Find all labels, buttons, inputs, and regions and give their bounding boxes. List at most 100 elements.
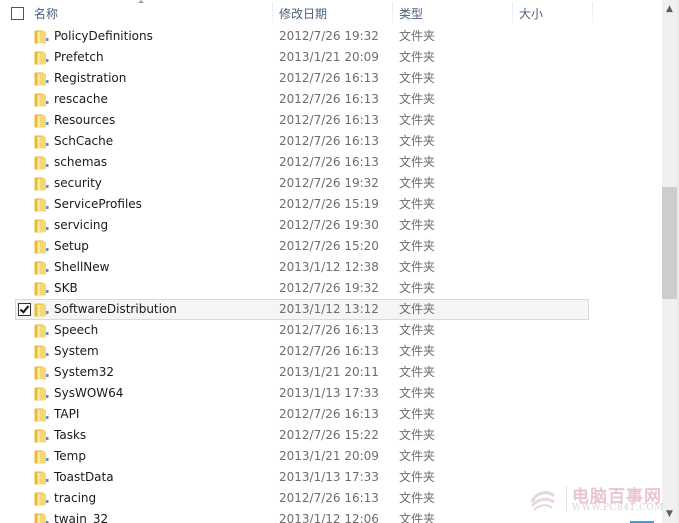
column-resize-handle[interactable] — [392, 2, 393, 24]
file-name: security — [54, 176, 102, 190]
folder-icon — [34, 135, 49, 149]
scroll-down-button[interactable]: ▼ — [662, 506, 677, 523]
file-type: 文件夹 — [399, 323, 436, 337]
modified-date: 2013/1/12 12:38 — [279, 260, 379, 274]
column-header-size-label: 大小 — [519, 7, 544, 21]
column-header-name[interactable]: 名称 — [34, 0, 272, 26]
column-header-date-label: 修改日期 — [279, 7, 328, 21]
folder-icon — [34, 492, 49, 506]
modified-date: 2013/1/21 20:11 — [279, 365, 379, 379]
file-row[interactable]: security 2012/7/26 19:32 文件夹 — [0, 173, 662, 194]
folder-icon — [34, 345, 49, 359]
file-row[interactable]: Registration 2012/7/26 16:13 文件夹 — [0, 68, 662, 89]
folder-icon — [34, 366, 49, 380]
modified-date: 2012/7/26 16:13 — [279, 491, 379, 505]
file-name: TAPI — [54, 407, 80, 421]
scroll-up-button[interactable]: ▲ — [662, 1, 677, 18]
folder-icon — [34, 177, 49, 191]
file-name: SchCache — [54, 134, 114, 148]
file-row[interactable]: tracing 2012/7/26 16:13 文件夹 — [0, 488, 662, 509]
file-type: 文件夹 — [399, 491, 436, 505]
file-name: servicing — [54, 218, 109, 232]
file-type: 文件夹 — [399, 386, 436, 400]
column-resize-handle[interactable] — [592, 2, 593, 24]
file-row[interactable]: System32 2013/1/21 20:11 文件夹 — [0, 362, 662, 383]
modified-date: 2012/7/26 19:30 — [279, 218, 379, 232]
file-name: System — [54, 344, 99, 358]
folder-icon — [34, 72, 49, 86]
file-type: 文件夹 — [399, 29, 436, 43]
file-row[interactable]: System 2012/7/26 16:13 文件夹 — [0, 341, 662, 362]
modified-date: 2012/7/26 16:13 — [279, 155, 379, 169]
file-name: PolicyDefinitions — [54, 29, 153, 43]
folder-icon — [34, 324, 49, 338]
file-list: PolicyDefinitions 2012/7/26 19:32 文件夹 Pr… — [0, 26, 662, 523]
file-name: ShellNew — [54, 260, 110, 274]
folder-icon — [34, 387, 49, 401]
file-row[interactable]: SoftwareDistribution 2013/1/12 13:12 文件夹 — [0, 299, 662, 320]
file-row[interactable]: schemas 2012/7/26 16:13 文件夹 — [0, 152, 662, 173]
file-row[interactable]: SysWOW64 2013/1/13 17:33 文件夹 — [0, 383, 662, 404]
vertical-scrollbar[interactable]: ▲ ▼ — [662, 0, 677, 523]
column-header-date[interactable]: 修改日期 — [279, 0, 392, 26]
modified-date: 2013/1/13 17:33 — [279, 386, 379, 400]
file-name: Registration — [54, 71, 127, 85]
file-row[interactable]: Tasks 2012/7/26 15:22 文件夹 — [0, 425, 662, 446]
file-row[interactable]: Setup 2012/7/26 15:20 文件夹 — [0, 236, 662, 257]
modified-date: 2012/7/26 15:20 — [279, 239, 379, 253]
file-type: 文件夹 — [399, 176, 436, 190]
column-header-size[interactable]: 大小 — [519, 0, 592, 26]
modified-date: 2013/1/21 20:09 — [279, 449, 379, 463]
file-row[interactable]: Temp 2013/1/21 20:09 文件夹 — [0, 446, 662, 467]
file-type: 文件夹 — [399, 281, 436, 295]
file-row[interactable]: twain_32 2013/1/12 12:06 文件夹 — [0, 509, 662, 523]
file-row[interactable]: Resources 2012/7/26 16:13 文件夹 — [0, 110, 662, 131]
file-name: Prefetch — [54, 50, 104, 64]
modified-date: 2012/7/26 16:13 — [279, 344, 379, 358]
file-row[interactable]: ServiceProfiles 2012/7/26 15:19 文件夹 — [0, 194, 662, 215]
file-name: twain_32 — [54, 512, 109, 523]
file-type: 文件夹 — [399, 197, 436, 211]
file-row[interactable]: TAPI 2012/7/26 16:13 文件夹 — [0, 404, 662, 425]
column-header-type-label: 类型 — [399, 7, 424, 21]
chevron-up-icon: ▲ — [666, 4, 673, 14]
modified-date: 2012/7/26 19:32 — [279, 281, 379, 295]
file-name: tracing — [54, 491, 97, 505]
file-name: Resources — [54, 113, 116, 127]
file-row[interactable]: Speech 2012/7/26 16:13 文件夹 — [0, 320, 662, 341]
folder-icon — [34, 471, 49, 485]
folder-icon — [34, 303, 49, 317]
file-type: 文件夹 — [399, 134, 436, 148]
file-row[interactable]: rescache 2012/7/26 16:13 文件夹 — [0, 89, 662, 110]
file-type: 文件夹 — [399, 218, 436, 232]
file-type: 文件夹 — [399, 260, 436, 274]
folder-icon — [34, 513, 49, 523]
file-row[interactable]: ToastData 2013/1/13 17:33 文件夹 — [0, 467, 662, 488]
modified-date: 2012/7/26 16:13 — [279, 71, 379, 85]
file-type: 文件夹 — [399, 239, 436, 253]
file-name: Speech — [54, 323, 99, 337]
folder-icon — [34, 198, 49, 212]
file-row[interactable]: ShellNew 2013/1/12 12:38 文件夹 — [0, 257, 662, 278]
file-row[interactable]: Prefetch 2013/1/21 20:09 文件夹 — [0, 47, 662, 68]
file-type: 文件夹 — [399, 449, 436, 463]
modified-date: 2012/7/26 16:13 — [279, 92, 379, 106]
scrollbar-thumb[interactable] — [662, 187, 677, 299]
column-resize-handle[interactable] — [512, 2, 513, 24]
file-type: 文件夹 — [399, 155, 436, 169]
file-type: 文件夹 — [399, 92, 436, 106]
file-name: SysWOW64 — [54, 386, 124, 400]
file-row[interactable]: SKB 2012/7/26 19:32 文件夹 — [0, 278, 662, 299]
file-row[interactable]: PolicyDefinitions 2012/7/26 19:32 文件夹 — [0, 26, 662, 47]
file-row[interactable]: servicing 2012/7/26 19:30 文件夹 — [0, 215, 662, 236]
modified-date: 2012/7/26 15:19 — [279, 197, 379, 211]
file-type: 文件夹 — [399, 407, 436, 421]
row-checkbox[interactable] — [18, 303, 31, 316]
folder-icon — [34, 261, 49, 275]
file-name: SoftwareDistribution — [54, 302, 177, 316]
file-name: System32 — [54, 365, 115, 379]
column-header-type[interactable]: 类型 — [399, 0, 512, 26]
column-resize-handle[interactable] — [272, 2, 273, 24]
select-all-checkbox[interactable] — [11, 7, 24, 20]
file-row[interactable]: SchCache 2012/7/26 16:13 文件夹 — [0, 131, 662, 152]
